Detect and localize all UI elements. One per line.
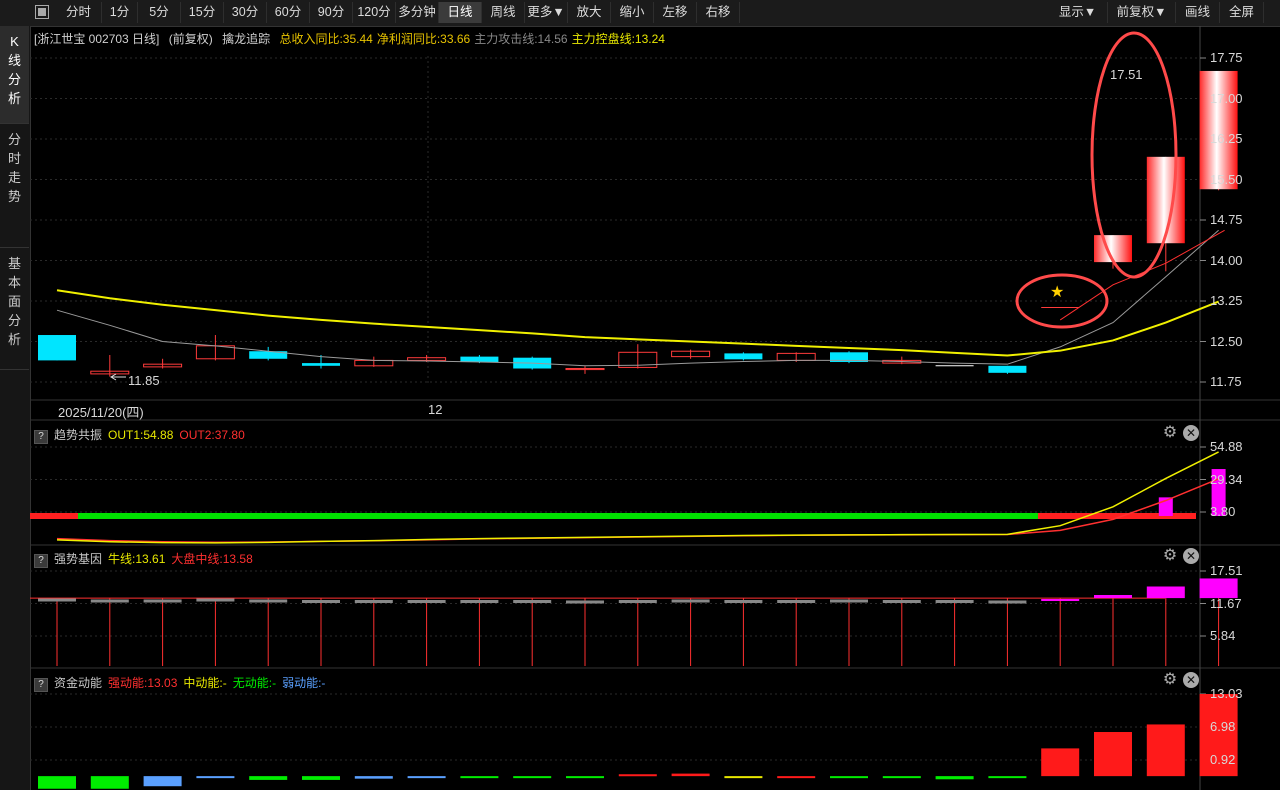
panel2-magenta-bar [1094, 595, 1132, 599]
main-y-tick: 17.75 [1210, 50, 1243, 65]
panel3-bar [143, 776, 182, 787]
panel3-bar [935, 776, 974, 780]
panel3-bar [618, 774, 657, 777]
panel3-bar [724, 776, 763, 779]
panel2-gray-bar [671, 599, 710, 603]
panel3-bar [407, 776, 446, 779]
panel3-bar [988, 776, 1027, 779]
panel3-bar [249, 776, 288, 780]
panel2-gray-bar [513, 600, 552, 603]
candle-body [38, 335, 76, 361]
panel1-out1-line [56, 451, 1219, 544]
main-y-tick: 13.25 [1210, 293, 1243, 308]
panel2-magenta-bar [1146, 586, 1185, 599]
panel3-bar [1146, 724, 1185, 777]
panel2-gray-bar [407, 600, 446, 603]
panel2-gray-bar [90, 599, 129, 603]
panel3-bar [882, 776, 921, 779]
panel3-bar [90, 776, 129, 789]
star-icon: ★ [1050, 282, 1064, 301]
panel2-y-tick: 11.67 [1210, 595, 1242, 611]
panel2-gray-bar [249, 599, 288, 603]
panel2-gray-bar [830, 599, 868, 603]
low-price-label: 11.85 [128, 373, 160, 388]
panel1-red-band [30, 513, 78, 519]
panel2-gray-bar [460, 600, 499, 603]
panel2-gray-bar [882, 600, 921, 603]
candle-body [460, 356, 499, 363]
panel2-gray-bar [724, 600, 763, 603]
main-y-tick: 11.75 [1210, 374, 1242, 389]
high-price-label: 17.51 [1110, 67, 1143, 82]
panel3-y-tick: 0.92 [1210, 752, 1236, 767]
panel1-y-tick: 3.80 [1210, 504, 1236, 519]
panel3-bar [1041, 748, 1080, 777]
main-y-tick: 16.25 [1210, 131, 1243, 146]
main-y-tick: 14.00 [1210, 252, 1243, 268]
kline-chart[interactable]: ★ 17.51 11.85 [0, 0, 1280, 790]
panel2-y-tick: 5.84 [1210, 628, 1236, 643]
main-y-tick: 15.50 [1210, 171, 1243, 187]
panel1-green-band [78, 513, 1038, 519]
panel3-bar [671, 773, 710, 777]
panel3-bar [302, 776, 340, 780]
panel3-bar [513, 776, 552, 779]
candle-body [724, 353, 763, 360]
main-y-tick: 17.00 [1210, 90, 1243, 106]
panel3-bar [777, 776, 816, 779]
panel3-bar [196, 776, 235, 779]
main-y-tick: 14.75 [1210, 212, 1243, 227]
panel2-gray-bar [143, 599, 182, 603]
panel3-bar [460, 776, 499, 779]
panel3-bar [1094, 732, 1132, 777]
main-y-tick: 12.50 [1210, 333, 1243, 349]
panel2-gray-bar [988, 600, 1027, 604]
panel3-y-tick: 13.03 [1210, 686, 1243, 701]
panel3-bar [830, 776, 868, 779]
panel2-gray-bar [777, 600, 816, 603]
panel1-out2-line [56, 478, 1219, 543]
panel2-gray-bar [196, 598, 235, 602]
panel2-gray-bar [566, 600, 604, 604]
panel1-y-tick: 29.34 [1210, 471, 1243, 487]
panel2-gray-bar [302, 600, 340, 603]
panel2-gray-bar [618, 600, 657, 603]
panel1-y-tick: 54.88 [1210, 439, 1243, 454]
panel3-bar [354, 776, 393, 779]
panel2-y-tick: 17.51 [1210, 563, 1243, 578]
candle-body [302, 363, 340, 366]
panel2-gray-bar [38, 598, 76, 602]
candle-body [988, 365, 1027, 373]
panel2-magenta-bar [1041, 599, 1080, 601]
panel3-bar [38, 776, 76, 789]
panel2-gray-bar [935, 600, 974, 603]
panel3-bar [566, 776, 604, 779]
panel2-gray-bar [354, 600, 393, 603]
panel3-y-tick: 6.98 [1210, 719, 1236, 734]
